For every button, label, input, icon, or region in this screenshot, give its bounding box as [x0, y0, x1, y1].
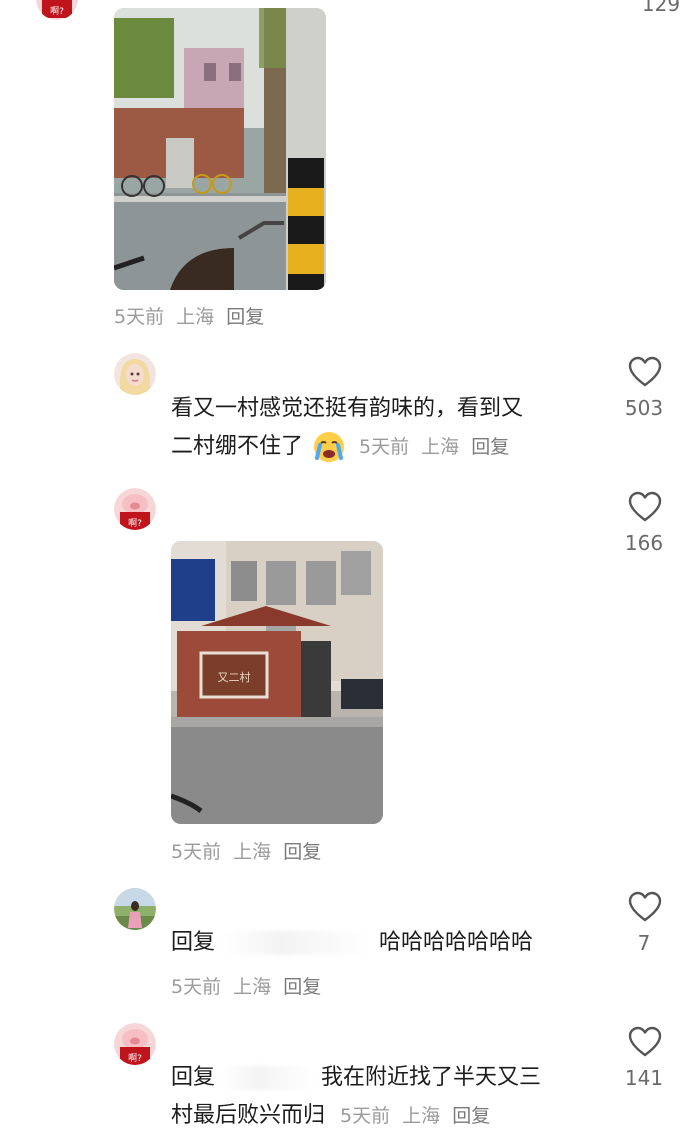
like-button[interactable] — [628, 491, 662, 523]
like-button[interactable] — [628, 356, 662, 388]
comment-time: 5天前 — [171, 976, 222, 998]
comment-time: 5天前 — [359, 436, 410, 458]
comment-meta: 5天前 上海 回复 — [171, 972, 327, 999]
comment-time: 5天前 — [171, 841, 222, 863]
like-count: 141 — [624, 1066, 664, 1090]
comment-text-line1: 我在附近找了半天又三 — [321, 1065, 542, 1090]
like-count: 503 — [624, 396, 664, 420]
comment-meta: 5天前 上海 回复 — [114, 302, 270, 329]
reply-link[interactable]: 回复 — [283, 841, 321, 863]
comment-text: 回复 哈哈哈哈哈哈哈 — [171, 924, 611, 962]
comment-photo-gate[interactable]: 又二村 — [171, 541, 383, 824]
like-count: 129 — [641, 0, 681, 16]
comment-time: 5天前 — [340, 1105, 391, 1127]
reply-link[interactable]: 回复 — [283, 976, 321, 998]
reply-prefix: 回复 — [171, 1065, 216, 1090]
like-count: 166 — [624, 531, 664, 555]
avatar-pig-red[interactable]: 啊? — [114, 488, 156, 530]
avatar-label: 啊? — [128, 1053, 142, 1064]
avatar-pig-red[interactable]: 啊? — [36, 0, 78, 20]
avatar-doll[interactable] — [114, 353, 156, 395]
heart-icon[interactable] — [628, 356, 662, 388]
heart-icon[interactable] — [628, 491, 662, 523]
comment-location: 上海 — [402, 1105, 441, 1127]
like-button[interactable] — [628, 891, 662, 923]
comment-location: 上海 — [421, 436, 460, 458]
reply-prefix: 回复 — [171, 930, 216, 955]
comment-body: 哈哈哈哈哈哈哈 — [379, 930, 534, 955]
comment-text-line2: 二村绷不住了 — [171, 434, 304, 459]
avatar-pig-red[interactable]: 啊? — [114, 1023, 156, 1065]
comment-meta: 5天前 上海 回复 — [171, 837, 327, 864]
comment-text-line1: 看又一村感觉还挺有韵味的，看到又 — [171, 396, 524, 421]
heart-icon[interactable] — [628, 1026, 662, 1058]
reply-link[interactable]: 回复 — [471, 436, 509, 458]
comment-time: 5天前 — [114, 306, 165, 328]
comment-location: 上海 — [233, 841, 272, 863]
avatar-girl-scenery[interactable] — [114, 888, 156, 930]
blurred-username — [222, 931, 373, 955]
comment-text: 回复 我在附近找了半天又三 村最后败兴而归 5天前 上海 回复 — [171, 1059, 611, 1135]
avatar-label: 啊? — [50, 6, 64, 17]
heart-icon[interactable] — [628, 891, 662, 923]
crying-emoji-icon — [312, 430, 346, 464]
like-button[interactable] — [628, 1026, 662, 1058]
blurred-username — [222, 1066, 315, 1090]
like-count: 7 — [637, 931, 651, 955]
avatar-label: 啊? — [128, 518, 142, 529]
comment-meta: 5天前 上海 回复 — [359, 436, 515, 458]
comment-meta: 5天前 上海 回复 — [340, 1105, 496, 1127]
reply-link[interactable]: 回复 — [226, 306, 264, 328]
comment-text-line2: 村最后败兴而归 — [171, 1103, 326, 1128]
reply-link[interactable]: 回复 — [452, 1105, 490, 1127]
gate-sign-text: 又二村 — [218, 670, 251, 684]
comment-photo-street[interactable] — [114, 8, 326, 290]
comment-text: 看又一村感觉还挺有韵味的，看到又 二村绷不住了 5天前 上海 回复 — [171, 390, 591, 466]
comment-location: 上海 — [233, 976, 272, 998]
comment-location: 上海 — [176, 306, 215, 328]
